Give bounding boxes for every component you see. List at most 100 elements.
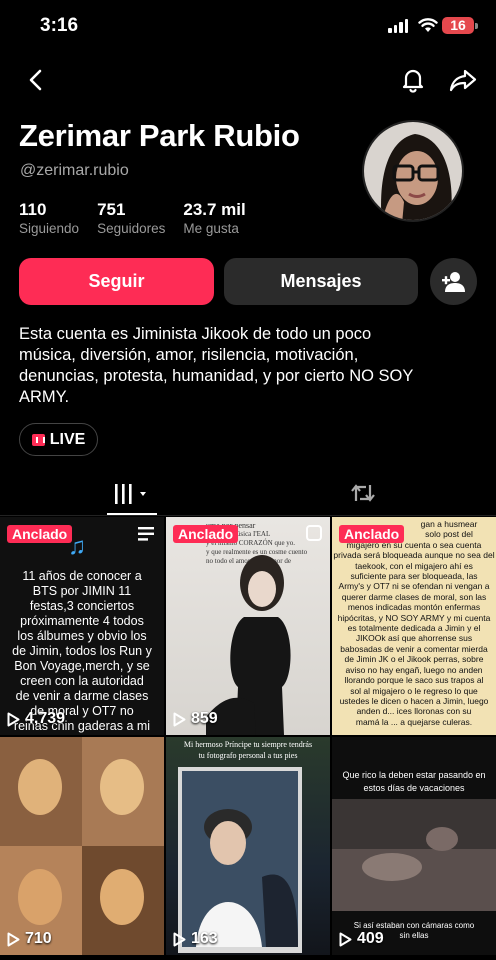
view-count: 409 — [339, 930, 384, 948]
caption-line: privada será bloqueada aunque no sea del — [333, 550, 495, 561]
video-image — [0, 737, 164, 955]
play-icon — [339, 932, 352, 946]
share-icon[interactable] — [448, 66, 478, 94]
caption-line: aviso no hay engañ, luego no anden — [345, 664, 483, 675]
video-thumbnail[interactable]: Que rico la deben estar pasando en estos… — [332, 737, 496, 955]
view-count: 710 — [7, 930, 52, 948]
signal-icon — [388, 19, 408, 33]
video-thumbnail[interactable]: Mi hermoso Príncipe tu siempre tendrás t… — [166, 737, 330, 955]
bio-line: Esta cuenta es Jiminista Jikook de todo … — [19, 325, 372, 343]
stat-label: Siguiendo — [19, 221, 80, 236]
video-thumbnail[interactable]: 710 — [0, 737, 164, 955]
message-button[interactable]: Mensajes — [224, 258, 418, 305]
profile-name: Zerimar Park Rubio — [19, 118, 300, 153]
caption-line: anden d... ices lloronas con su — [356, 706, 472, 717]
multi-photo-icon — [306, 525, 322, 541]
caption-line: JIKOOk así que ahorrense sus — [355, 633, 473, 644]
videos-grid-tab-icon[interactable] — [113, 482, 153, 506]
profile-bio: Esta cuenta es Jiminista Jikook de todo … — [19, 324, 479, 408]
caption-line: creen con la autoridad — [20, 674, 144, 688]
add-friend-button[interactable] — [430, 258, 477, 305]
caption-line: llorando porque le saco sus trapos al — [344, 675, 484, 686]
video-image — [206, 555, 291, 735]
view-count-value: 409 — [357, 930, 384, 947]
caption-line: Bon Voyage,merch, y se — [14, 659, 150, 673]
bio-line: ARMY. — [19, 388, 70, 406]
stat-value: 23.7 mil — [183, 200, 246, 219]
caption-line: sol al migajero o le regreso lo que — [350, 685, 478, 696]
video-caption: gan a husmear solo post del migajero en … — [332, 519, 496, 727]
follow-button[interactable]: Seguir — [19, 258, 214, 305]
music-note-icon: ♫ — [68, 533, 86, 560]
caption-line: no — [0, 734, 164, 735]
caption-line: mamá la ... a quejarse culeras. — [355, 716, 473, 727]
battery-indicator: 16 — [442, 17, 474, 34]
view-count: 4,739 — [7, 710, 65, 728]
view-count-value: 163 — [191, 930, 218, 947]
view-count-value: 4,739 — [25, 710, 66, 727]
status-bar: 3:16 16 — [0, 0, 496, 52]
view-count-value: 710 — [25, 930, 52, 947]
caption-line: de venir a darme clases — [15, 689, 149, 703]
caption-line: de Jimin, todos los Run y — [12, 644, 152, 658]
caption-line: querer darme clases de moral, son las — [341, 591, 487, 602]
pinned-badge: Anclado — [339, 525, 405, 543]
video-caption: Que rico la deben estar pasando en estos… — [332, 769, 496, 795]
video-thumbnail[interactable]: gan a husmear solo post del migajero en … — [332, 517, 496, 735]
live-icon — [31, 433, 45, 446]
play-icon — [7, 932, 20, 946]
back-arrow-icon[interactable] — [22, 66, 50, 94]
bell-icon[interactable] — [399, 66, 427, 94]
caption-line: BTS por JIMIN 11 — [32, 584, 132, 598]
view-count: 859 — [173, 710, 218, 728]
video-grid: Anclado ♫ 11 años de conocer a BTS por J… — [0, 517, 496, 955]
caption-line: 11 años de conocer a — [22, 569, 142, 583]
pinned-badge: Anclado — [173, 525, 239, 543]
caption-line: suficiente para ser bloqueada, las — [350, 571, 478, 582]
stat-value: 751 — [97, 200, 126, 219]
status-time: 3:16 — [40, 15, 79, 36]
stat-label: Seguidores — [97, 221, 166, 236]
profile-handle: @zerimar.rubio — [20, 162, 129, 179]
caption-line: festas,3 conciertos — [29, 599, 135, 613]
play-icon — [173, 932, 186, 946]
content-tabs — [0, 472, 496, 516]
stat-following[interactable]: 110 Siguiendo — [19, 200, 79, 236]
caption-line: próximamente 4 todos — [20, 614, 144, 628]
add-user-icon — [441, 271, 465, 292]
caption-line: ustedes le dicen o hacen a Jimin, luego — [339, 695, 489, 706]
wifi-icon — [418, 18, 438, 32]
repost-tab-icon[interactable] — [350, 481, 376, 505]
stat-label: Me gusta — [183, 221, 239, 236]
battery-tip — [475, 23, 478, 29]
video-image — [332, 799, 496, 911]
stat-followers[interactable]: 751 Seguidores — [97, 200, 165, 236]
caption-line: de Jimin JK o el Jikook perras, sobre — [344, 654, 484, 665]
caption-line: babosadas de venir a comentar mierda — [340, 643, 488, 654]
caption-line: estos días de vacaciones — [363, 783, 465, 793]
bio-line: música, diversión, amor, risilencia, mot… — [19, 346, 359, 364]
play-icon — [7, 712, 20, 726]
caption-line: Army's y OT7 ni se ofendan ni vengan a — [338, 581, 490, 592]
pinned-badge: Anclado — [7, 525, 73, 543]
active-tab-indicator — [107, 513, 157, 515]
stat-likes[interactable]: 23.7 mil Me gusta — [183, 200, 245, 236]
profile-avatar[interactable] — [362, 120, 464, 222]
caption-line: taekook, con el migajero ahí es — [355, 560, 473, 571]
profile-stats: 110 Siguiendo 751 Seguidores 23.7 mil Me… — [19, 200, 246, 236]
caption-line: hipócritas, y NO SOY ARMY y mi cuenta — [337, 612, 491, 623]
video-image — [178, 767, 302, 953]
caption-line: Que rico la deben estar pasando en — [342, 770, 486, 780]
video-thumbnail[interactable]: Anclado ♫ 11 años de conocer a BTS por J… — [0, 517, 164, 735]
caption-line: menos indicadas montón enfermas — [347, 602, 481, 613]
view-count: 163 — [173, 930, 218, 948]
stat-value: 110 — [19, 200, 47, 219]
live-label: LIVE — [49, 430, 86, 448]
caption-line: es totalmente dedicada a Jimin y el — [347, 623, 481, 634]
bio-line: denuncias, protesta, humanidad, y por ci… — [19, 367, 414, 385]
video-thumbnail[interactable]: uma por pensar que le la música I'EAL y … — [166, 517, 330, 735]
filter-icon — [138, 527, 154, 541]
live-button[interactable]: LIVE — [19, 423, 98, 456]
view-count-value: 859 — [191, 710, 218, 727]
caption-line: los álbumes y obvio los — [17, 629, 147, 643]
